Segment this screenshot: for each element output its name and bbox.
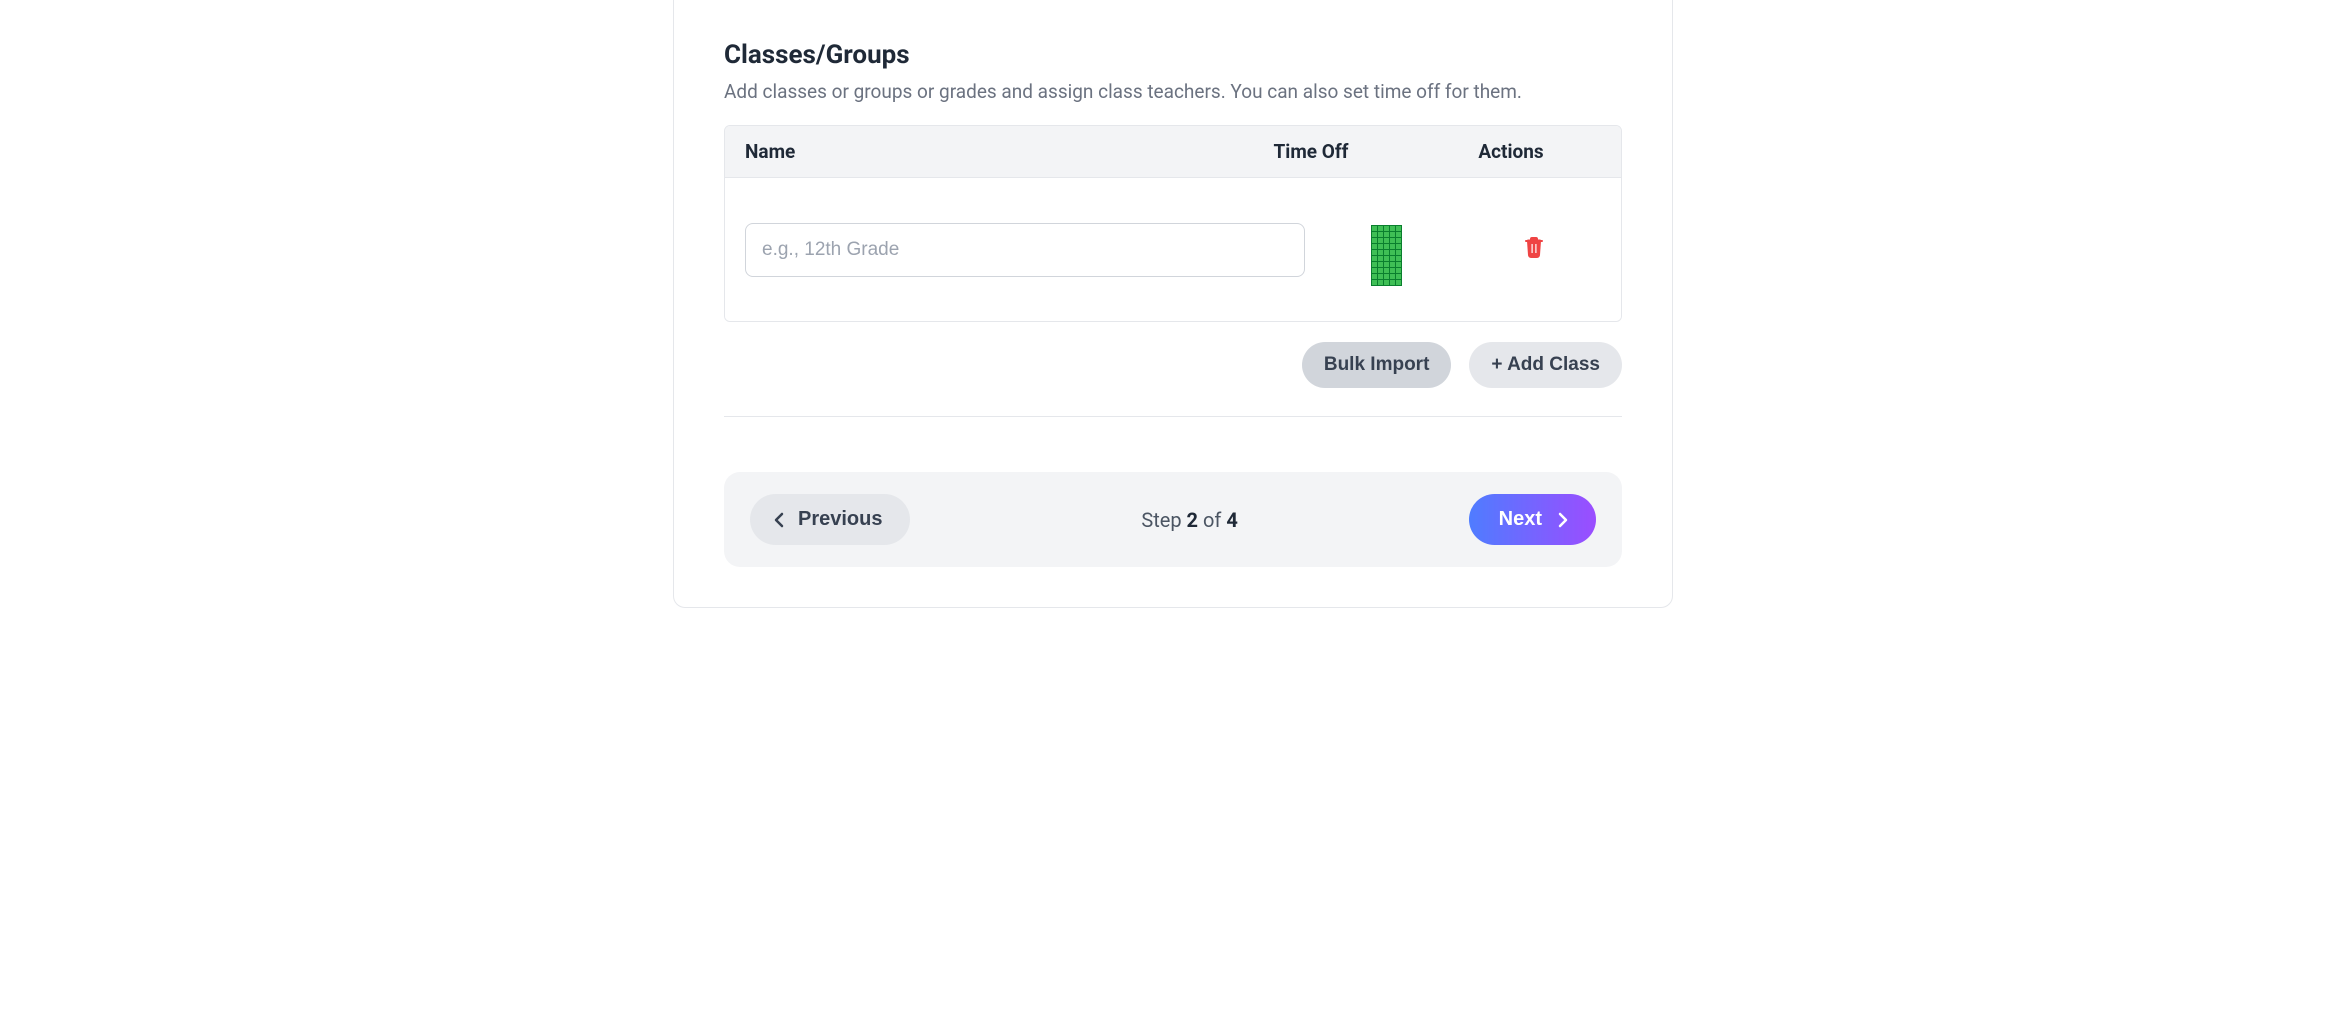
chevron-right-icon <box>1556 512 1570 528</box>
add-class-button[interactable]: + Add Class <box>1469 342 1622 388</box>
step-indicator: Step 2 of 4 <box>1141 508 1237 532</box>
table-actions-row: Bulk Import + Add Class <box>724 342 1622 417</box>
class-name-input[interactable] <box>745 223 1305 277</box>
table-row <box>725 178 1621 321</box>
card-panel: Classes/Groups Add classes or groups or … <box>673 0 1673 608</box>
chevron-left-icon <box>772 512 786 528</box>
col-header-timeoff: Time Off <box>1201 140 1421 163</box>
previous-label: Previous <box>798 508 882 531</box>
classes-table: Name Time Off Actions <box>724 125 1622 322</box>
section-subtitle: Add classes or groups or grades and assi… <box>724 80 1622 103</box>
delete-icon[interactable] <box>1524 236 1544 258</box>
stepper-bar: Previous Step 2 of 4 Next <box>724 472 1622 567</box>
timeoff-grid-icon[interactable] <box>1371 225 1402 286</box>
col-header-actions: Actions <box>1421 140 1601 163</box>
col-header-name: Name <box>745 140 1201 163</box>
bulk-import-button[interactable]: Bulk Import <box>1302 342 1452 388</box>
section-title: Classes/Groups <box>724 40 1622 70</box>
next-label: Next <box>1499 508 1542 531</box>
previous-button[interactable]: Previous <box>750 494 910 545</box>
table-header-row: Name Time Off Actions <box>725 126 1621 178</box>
next-button[interactable]: Next <box>1469 494 1596 545</box>
